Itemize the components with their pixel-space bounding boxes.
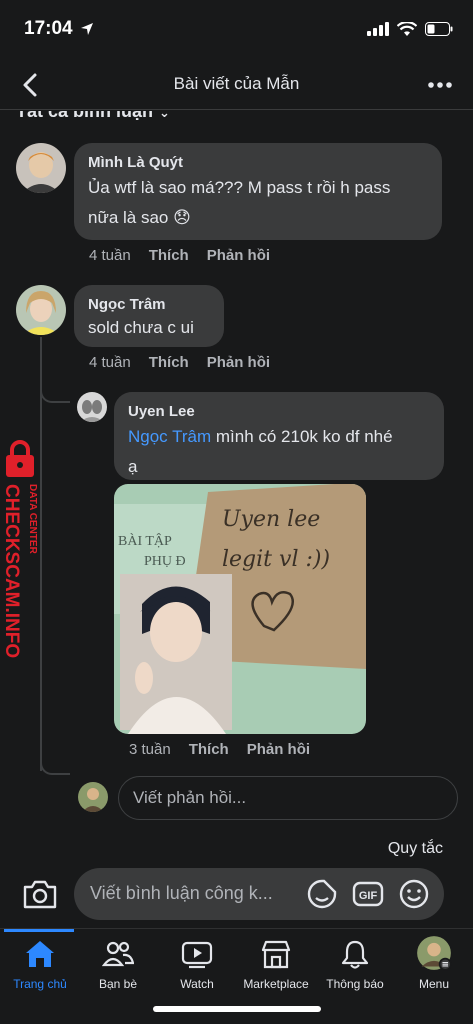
comment-timestamp[interactable]: 4 tuần — [89, 354, 131, 371]
camera-icon — [23, 880, 57, 909]
home-indicator — [153, 1006, 321, 1012]
comment-input-placeholder: Viết bình luận công k... — [90, 883, 273, 903]
comments-list[interactable]: Tất cả bình luận ⌄ Mình Là Quýt Ủa wtf là… — [0, 111, 473, 826]
reply-button[interactable]: Phản hồi — [207, 354, 270, 371]
reply-button[interactable]: Phản hồi — [247, 741, 310, 758]
comment-text: sold chưa c ui — [88, 318, 194, 337]
comment-bubble[interactable]: Mình Là Quýt Ủa wtf là sao má??? M pass … — [74, 143, 442, 240]
reply-button[interactable]: Phản hồi — [207, 247, 270, 264]
comment-text-line: nữa là sao 😞 — [88, 208, 191, 227]
sticker-button[interactable] — [306, 878, 338, 910]
comment-bubble[interactable]: Ngọc Trâm sold chưa c ui — [74, 285, 224, 347]
avatar[interactable] — [16, 285, 66, 335]
comment-filter-label: Tất cả bình luận — [16, 111, 154, 121]
avatar-image — [78, 782, 108, 812]
tab-marketplace[interactable]: Marketplace — [236, 929, 316, 999]
my-avatar — [78, 782, 108, 812]
reply-photo[interactable]: BÀI TẬP PHỤ Đ Uyen lee legit vl :)) — [114, 484, 366, 734]
sticker-icon — [307, 879, 337, 909]
tab-watch[interactable]: Watch — [157, 929, 237, 999]
tab-friends[interactable]: Bạn bè — [78, 929, 158, 999]
comment-input[interactable]: Viết bình luận công k... GIF — [74, 868, 444, 920]
sign-text: legit vl :)) — [222, 547, 330, 572]
comment-author[interactable]: Ngọc Trâm — [88, 295, 210, 315]
comment-actions: 4 tuần Thích Phản hồi — [89, 247, 270, 264]
watch-icon — [181, 941, 213, 969]
home-icon — [26, 941, 54, 967]
emoji-button[interactable] — [398, 878, 430, 910]
sign-text: Uyen lee — [222, 507, 320, 532]
comment-timestamp[interactable]: 4 tuần — [89, 247, 131, 264]
chevron-down-icon: ⌄ — [159, 111, 170, 120]
avatar-image — [77, 392, 107, 422]
mention-link[interactable]: Ngọc Trâm — [128, 427, 211, 446]
book-text: PHỤ Đ — [144, 554, 186, 569]
more-options-button[interactable] — [425, 70, 455, 100]
avatar[interactable] — [77, 392, 107, 422]
wifi-icon — [397, 21, 417, 36]
gif-icon: GIF — [352, 881, 384, 907]
location-arrow-icon — [80, 22, 93, 35]
reply-text-line: ạ — [128, 457, 138, 476]
comment-author[interactable]: Mình Là Quýt — [88, 153, 428, 173]
checkscam-watermark: CHECKSCAM.INFO DATA CENTER — [0, 440, 44, 670]
gif-button[interactable]: GIF — [352, 878, 384, 910]
comment-text-line: Ủa wtf là sao má??? M pass t rồi h pass — [88, 178, 391, 197]
comment-filter-dropdown[interactable]: Tất cả bình luận ⌄ — [16, 111, 170, 122]
svg-text:DATA CENTER: DATA CENTER — [27, 484, 38, 555]
cellular-signal-icon — [367, 22, 389, 36]
reply-actions: 3 tuần Thích Phản hồi — [129, 741, 310, 758]
avatar-image — [16, 285, 66, 335]
reply-text: Ngọc Trâm mình có 210k ko df nhé ạ — [128, 422, 430, 482]
avatar-image — [16, 143, 66, 193]
watermark-logo: CHECKSCAM.INFO DATA CENTER — [1, 440, 38, 658]
bell-icon — [341, 940, 369, 969]
svg-text:GIF: GIF — [359, 890, 378, 902]
reply-author[interactable]: Uyen Lee — [128, 402, 430, 422]
battery-icon — [425, 22, 453, 36]
svg-text:CHECKSCAM.INFO: CHECKSCAM.INFO — [1, 484, 22, 658]
tab-menu[interactable]: Menu — [394, 929, 473, 999]
thread-branch-line — [40, 387, 70, 403]
rules-link[interactable]: Quy tắc — [388, 840, 443, 858]
like-button[interactable]: Thích — [189, 741, 229, 758]
reply-input[interactable]: Viết phản hồi... — [118, 776, 458, 820]
status-icons — [367, 18, 453, 40]
like-button[interactable]: Thích — [149, 354, 189, 371]
book-text: BÀI TẬP — [118, 532, 172, 549]
avatar[interactable] — [16, 143, 66, 193]
photo-image: BÀI TẬP PHỤ Đ Uyen lee legit vl :)) — [114, 484, 366, 734]
reply-text-line: Ngọc Trâm mình có 210k ko df nhé — [128, 422, 430, 452]
thread-branch-line — [40, 759, 70, 775]
nav-header: Bài viết của Mẫn — [0, 58, 473, 110]
reply-text-content: mình có 210k ko df nhé — [211, 427, 393, 446]
comment-text: Ủa wtf là sao má??? M pass t rồi h pass … — [88, 173, 428, 233]
tab-label: Menu — [418, 977, 450, 991]
reply-timestamp[interactable]: 3 tuần — [129, 741, 171, 758]
clock-text: 17:04 — [24, 18, 73, 39]
comment-actions: 4 tuần Thích Phản hồi — [89, 354, 270, 371]
menu-avatar-icon — [417, 936, 452, 971]
status-time: 17:04 — [24, 18, 94, 40]
status-bar: 17:04 — [0, 0, 473, 58]
page-title: Bài viết của Mẫn — [173, 74, 300, 93]
tab-notifications[interactable]: Thông báo — [315, 929, 395, 999]
marketplace-icon — [261, 940, 291, 969]
friends-icon — [102, 941, 134, 967]
like-button[interactable]: Thích — [149, 247, 189, 264]
camera-button[interactable] — [22, 878, 58, 910]
more-dots-icon — [428, 82, 452, 88]
reply-bubble[interactable]: Uyen Lee Ngọc Trâm mình có 210k ko df nh… — [114, 392, 444, 480]
emoji-icon — [399, 879, 429, 909]
comment-composer: Viết bình luận công k... GIF — [0, 866, 473, 926]
